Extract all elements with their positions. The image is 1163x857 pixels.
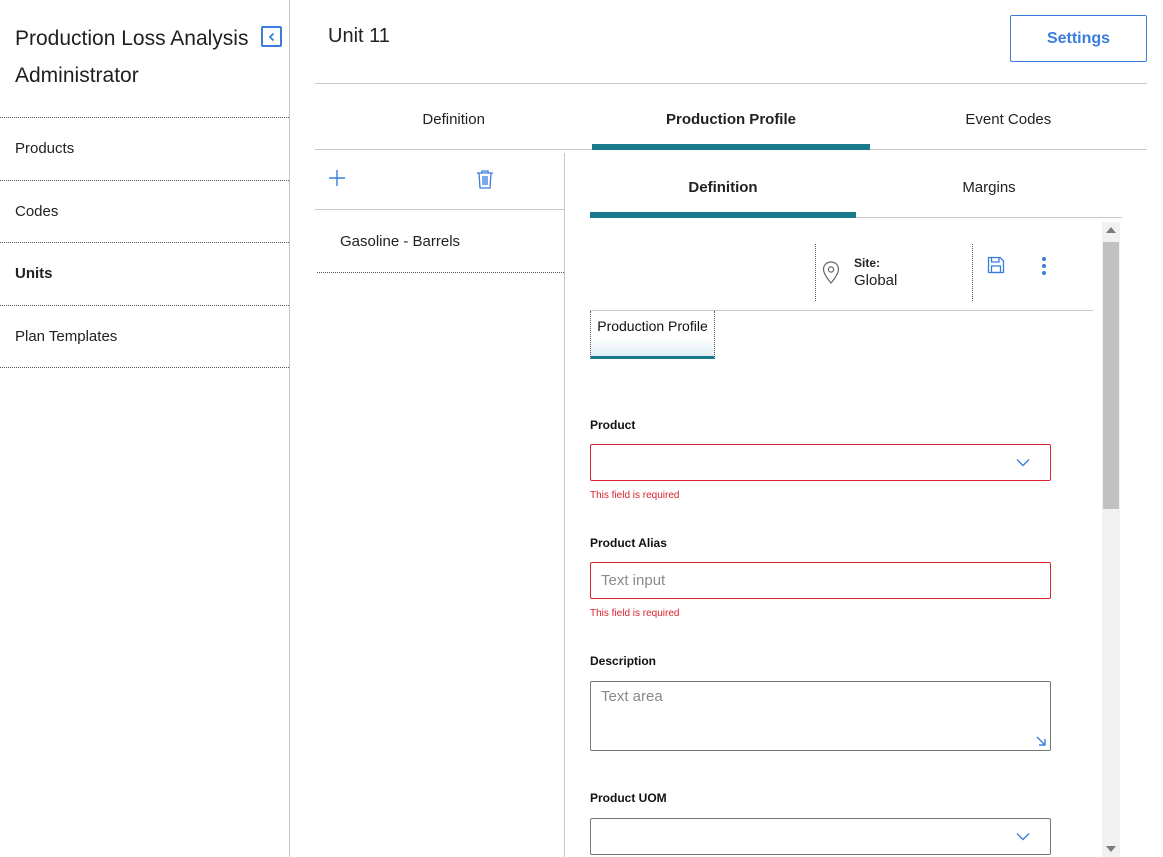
sidebar-item-units[interactable]: Units (0, 243, 289, 306)
product-label: Product (590, 418, 636, 432)
header-divider (315, 83, 1147, 84)
description-placeholder: Text area (601, 688, 663, 705)
detail-form: Site: Global Production Profile Product … (590, 222, 1102, 857)
product-alias-placeholder: Text input (601, 572, 666, 589)
description-textarea[interactable]: Text area (590, 681, 1051, 751)
location-pin-icon (822, 261, 840, 284)
section-chip-production-profile[interactable]: Production Profile (590, 311, 715, 359)
app-title: Production Loss Analysis Administrator (15, 27, 249, 87)
subtab-margins[interactable]: Margins (856, 168, 1122, 217)
plus-icon[interactable] (328, 169, 346, 187)
detail-scrollbar[interactable] (1102, 222, 1120, 857)
scroll-down-icon[interactable] (1106, 846, 1116, 852)
product-error: This field is required (590, 490, 680, 501)
list-toolbar (315, 153, 564, 210)
sidebar-item-plan-templates[interactable]: Plan Templates (0, 306, 289, 368)
settings-button[interactable]: Settings (1010, 15, 1147, 62)
save-icon[interactable] (987, 256, 1005, 274)
record-toolbar: Site: Global (590, 244, 1093, 311)
product-uom-label: Product UOM (590, 791, 667, 805)
collapse-left-icon (268, 32, 274, 41)
trash-icon[interactable] (476, 169, 494, 189)
product-alias-label: Product Alias (590, 536, 667, 550)
sidebar-item-codes[interactable]: Codes (0, 181, 289, 243)
chevron-down-icon (1016, 459, 1030, 467)
more-vertical-icon[interactable] (1040, 256, 1048, 276)
resize-handle-icon[interactable] (1035, 735, 1047, 747)
site-indicator: Site: Global (815, 244, 973, 301)
description-label: Description (590, 654, 657, 668)
sidebar-nav: Products Codes Units Plan Templates (0, 117, 289, 368)
sidebar: Production Loss Analysis Administrator P… (0, 0, 290, 857)
scroll-up-icon[interactable] (1106, 227, 1116, 233)
sidebar-item-products[interactable]: Products (0, 118, 289, 181)
profile-list-panel: Gasoline - Barrels (315, 153, 565, 857)
site-label: Site: (854, 256, 881, 270)
subtab-definition[interactable]: Definition (590, 168, 856, 218)
page-title: Unit 11 (328, 25, 390, 47)
list-item[interactable]: Gasoline - Barrels (317, 210, 564, 273)
product-alias-input[interactable]: Text input (590, 562, 1051, 599)
scroll-thumb[interactable] (1103, 242, 1119, 509)
product-alias-error: This field is required (590, 608, 680, 619)
tab-definition[interactable]: Definition (315, 100, 592, 149)
product-select[interactable] (590, 444, 1051, 481)
chevron-down-icon (1016, 833, 1030, 841)
detail-sub-tabs: Definition Margins (590, 168, 1122, 218)
tab-event-codes[interactable]: Event Codes (870, 100, 1147, 149)
site-value: Global (854, 272, 898, 289)
collapse-sidebar-button[interactable] (261, 26, 282, 47)
product-uom-select[interactable] (590, 818, 1051, 855)
tab-production-profile[interactable]: Production Profile (592, 100, 870, 150)
main-tabs: Definition Production Profile Event Code… (315, 100, 1147, 150)
